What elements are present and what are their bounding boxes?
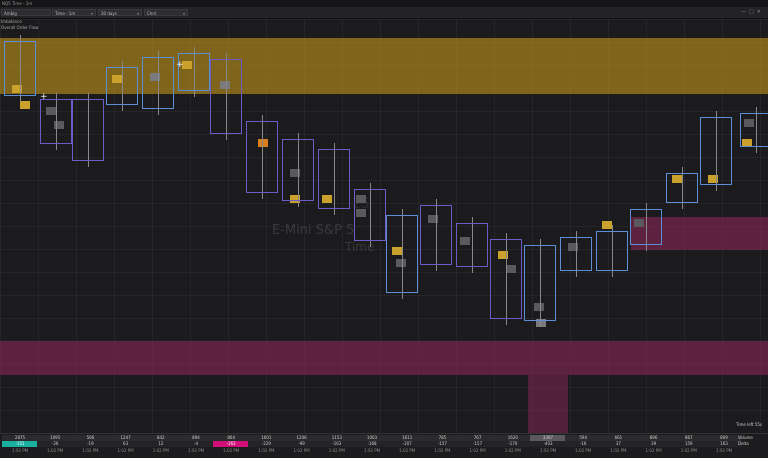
time-cell: 1:02 PM bbox=[715, 448, 733, 453]
footprint-candle[interactable] bbox=[210, 59, 242, 134]
delta-cell: -157 bbox=[459, 441, 496, 447]
crosshair-marker-icon: + bbox=[40, 92, 48, 102]
time-cell: 1:02 PM bbox=[187, 448, 205, 453]
footprint-candle[interactable] bbox=[246, 121, 278, 193]
footprint-chart[interactable]: Imbalance Overall Order Flow 25 E-Mini S… bbox=[0, 19, 768, 433]
time-cell: 1:02 PM bbox=[399, 448, 416, 453]
imbalance-highlight bbox=[602, 221, 612, 229]
time-cell: 1:02 PM bbox=[575, 448, 592, 453]
window-title: NQ5 Time - 1m bbox=[2, 1, 33, 6]
time-cell: 1:02 PM bbox=[539, 448, 557, 453]
time-cell: 1:02 PM bbox=[434, 448, 451, 453]
footprint-candle[interactable] bbox=[282, 139, 314, 201]
delta-cell: -168 bbox=[354, 441, 390, 447]
range-selector[interactable]: 30 days ▾ bbox=[98, 9, 142, 16]
delta-cell: -207 bbox=[389, 441, 426, 447]
delta-cell: -16 bbox=[565, 441, 602, 447]
time-cell: 1:02 PM bbox=[223, 448, 240, 453]
footprint-candle[interactable] bbox=[178, 53, 210, 91]
indicator-subtitle: Overall Order Flow bbox=[1, 25, 39, 30]
delta-cell: -403 bbox=[530, 441, 566, 447]
footprint-candle[interactable] bbox=[740, 113, 768, 147]
footprint-candle[interactable] bbox=[142, 57, 174, 109]
delta-cell: -163 bbox=[318, 441, 355, 447]
delta-cell: -99 bbox=[283, 441, 320, 447]
minimize-icon[interactable]: — bbox=[741, 9, 749, 15]
delta-cell: -151 bbox=[2, 441, 38, 447]
time-cell: 1:02 PM bbox=[328, 448, 345, 453]
delta-cell: 163 bbox=[706, 441, 742, 447]
time-cell: 1:02 PM bbox=[293, 448, 310, 453]
footprint-candle[interactable] bbox=[524, 245, 556, 321]
imbalance-highlight bbox=[20, 101, 30, 109]
footprint-candle[interactable] bbox=[386, 215, 418, 293]
footprint-candle[interactable] bbox=[4, 41, 36, 96]
footprint-candle[interactable] bbox=[318, 149, 350, 209]
demand-zone bbox=[0, 341, 768, 375]
demand-zone-bottom bbox=[528, 375, 568, 433]
time-cell: 1:02 PM bbox=[11, 448, 29, 453]
maximize-icon[interactable]: □ bbox=[749, 9, 757, 15]
window-controls[interactable]: —□✕ bbox=[741, 9, 764, 15]
toolbar: Ambig Time - 1m ▾ 30 days ▾ Chnl ▾ —□✕ bbox=[0, 7, 768, 19]
delta-cell: 37 bbox=[600, 441, 637, 447]
delta-cell: 12 bbox=[142, 441, 179, 447]
footprint-candle[interactable] bbox=[72, 99, 104, 161]
time-cell: 1:02 PM bbox=[610, 448, 627, 453]
chevron-down-icon: ▾ bbox=[90, 11, 93, 16]
delta-cell: -157 bbox=[424, 441, 461, 447]
time-cell: 1:02 PM bbox=[680, 448, 697, 453]
delta-cell: 39 bbox=[635, 441, 672, 447]
setting-selector[interactable]: Chnl ▾ bbox=[144, 9, 188, 16]
delta-row-label: Delta bbox=[738, 441, 749, 446]
delta-cell: 63 bbox=[107, 441, 144, 447]
footprint-candle[interactable] bbox=[666, 173, 698, 203]
time-cell: 1:02 PM bbox=[152, 448, 169, 453]
footprint-candle[interactable] bbox=[106, 67, 138, 105]
setting-value: Chnl bbox=[147, 11, 156, 16]
close-icon[interactable]: ✕ bbox=[757, 9, 764, 15]
time-row: 1:02 PM 1:02 PM 1:02 PM 1:02 PM 1:02 PM 1:02 … bbox=[0, 448, 768, 454]
delta-cell: -26 bbox=[37, 441, 74, 447]
range-value: 30 days bbox=[101, 11, 117, 16]
time-cell: 1:02 PM bbox=[469, 448, 486, 453]
footprint-candle[interactable] bbox=[354, 189, 386, 241]
footprint-candle[interactable] bbox=[490, 239, 522, 319]
delta-cell: -229 bbox=[248, 441, 285, 447]
delta-cell: 159 bbox=[670, 441, 707, 447]
symbol-value: Ambig bbox=[4, 11, 17, 16]
time-cell: 1:02 PM bbox=[117, 448, 134, 453]
crosshair-marker-icon: + bbox=[176, 60, 184, 70]
chart-type-value: Time - 1m bbox=[55, 11, 76, 16]
delta-row: -151 -26 -19 63 12 -4 -262 -229 -99 -163 -168 -207-… bbox=[0, 441, 768, 447]
footprint-candle[interactable] bbox=[700, 117, 732, 185]
volume-delta-panel: 2875 1095 566 1247 842 894 864 1601 1206 1153 1003… bbox=[0, 433, 768, 458]
footprint-candle[interactable] bbox=[420, 205, 452, 265]
chevron-down-icon: ▾ bbox=[182, 11, 185, 16]
footprint-candle[interactable] bbox=[560, 237, 592, 271]
time-cell: 1:02 PM bbox=[47, 448, 64, 453]
delta-cell: -170 bbox=[494, 441, 531, 447]
footprint-candle[interactable] bbox=[40, 99, 72, 144]
chart-type-selector[interactable]: Time - 1m ▾ bbox=[52, 9, 96, 16]
time-cell: 1:02 PM bbox=[82, 448, 99, 453]
footprint-candle[interactable] bbox=[630, 209, 662, 245]
time-cell: 1:02 PM bbox=[363, 448, 381, 453]
time-cell: 1:02 PM bbox=[258, 448, 275, 453]
watermark-symbol: E-Mini S&P 5 bbox=[272, 223, 355, 238]
time-cell: 1:02 PM bbox=[645, 448, 662, 453]
delta-cell: -262 bbox=[213, 441, 250, 447]
delta-cell: -4 bbox=[178, 441, 214, 447]
delta-cell: -19 bbox=[72, 441, 109, 447]
footprint-candle[interactable] bbox=[456, 223, 488, 267]
footprint-candle[interactable] bbox=[596, 231, 628, 271]
time-left-label: Time left 55s bbox=[736, 422, 762, 427]
window-titlebar: NQ5 Time - 1m bbox=[0, 0, 768, 7]
time-cell: 1:02 PM bbox=[504, 448, 521, 453]
chevron-down-icon: ▾ bbox=[136, 11, 139, 16]
indicator-name: Imbalance bbox=[1, 19, 22, 24]
symbol-selector[interactable]: Ambig bbox=[1, 9, 51, 16]
